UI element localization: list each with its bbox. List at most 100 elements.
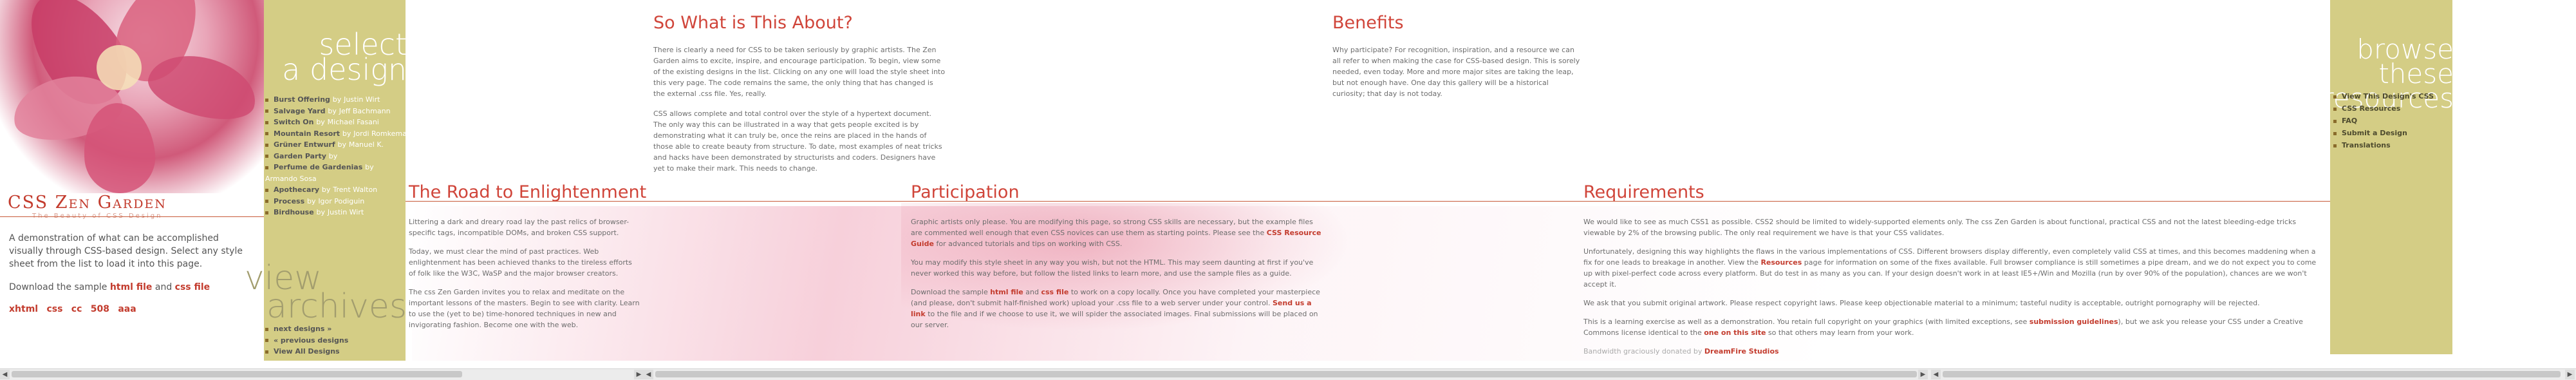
scroll-left-icon[interactable]: ◀: [1931, 370, 1941, 379]
bullet-icon: [265, 339, 268, 342]
section-paragraph: We would like to see as much CSS1 as pos…: [1583, 218, 2297, 237]
design-name[interactable]: Birdhouse: [274, 208, 314, 216]
css-file-link[interactable]: css file: [175, 282, 210, 292]
design-item[interactable]: Burst Offering by Justin Wirt: [265, 94, 407, 106]
design-author[interactable]: Jeff Bachmann: [339, 107, 391, 115]
scroll-right-icon[interactable]: ▶: [634, 370, 644, 379]
by-label: by: [337, 140, 346, 149]
section-participation: Participation Graphic artists only pleas…: [911, 182, 1323, 330]
section-paragraph: Unfortunately, designing this way highli…: [1583, 246, 2324, 290]
bullet-icon: [265, 350, 268, 354]
text: This is a learning exercise as well as a…: [1583, 318, 2028, 326]
design-author[interactable]: Manuel K.: [349, 140, 384, 149]
by-label: by: [332, 95, 342, 104]
submission-guidelines-link[interactable]: submission guidelines: [2030, 318, 2118, 326]
text: to the file and if we choose to use it, …: [911, 310, 1318, 329]
link-label[interactable]: « previous designs: [274, 336, 348, 345]
link-label[interactable]: Translations: [2342, 141, 2391, 149]
footer-link-css[interactable]: css: [46, 304, 62, 314]
submit-design-link[interactable]: Submit a Design: [2333, 127, 2452, 139]
footer-link-xhtml[interactable]: xhtml: [9, 304, 38, 314]
scroll-right-icon[interactable]: ▶: [1918, 370, 1928, 379]
text: Download the sample: [911, 288, 988, 296]
design-name[interactable]: Process: [274, 197, 304, 205]
design-author[interactable]: Trent Walton: [333, 185, 377, 194]
scroll-left-icon[interactable]: ◀: [644, 370, 653, 379]
previous-designs-link[interactable]: « previous designs: [265, 335, 407, 347]
resources-link[interactable]: Resources: [1760, 258, 1802, 267]
bullet-icon: [265, 143, 268, 147]
design-item[interactable]: Perfume de Gardenias by Armando Sosa: [265, 162, 407, 184]
text: and: [1025, 288, 1039, 296]
design-item[interactable]: Garden Party by: [265, 151, 407, 162]
section-paragraph: The css Zen Garden invites you to relax …: [409, 288, 640, 329]
archives-heading: view archives: [245, 261, 407, 323]
link-label[interactable]: View This Design's CSS: [2342, 92, 2434, 100]
dreamfire-link[interactable]: DreamFire Studios: [1704, 347, 1779, 356]
design-item[interactable]: Process by Igor Podiguin: [265, 196, 407, 207]
design-item[interactable]: Salvage Yard by Jeff Bachmann: [265, 106, 407, 117]
design-author[interactable]: Justin Wirt: [344, 95, 380, 104]
design-item[interactable]: Grüner Entwurf by Manuel K.: [265, 139, 407, 151]
design-name[interactable]: Switch On: [274, 118, 313, 126]
scroll-thumb[interactable]: [1943, 371, 2561, 377]
section-paragraph: Today, we must clear the mind of past pr…: [409, 247, 632, 278]
section-enlightenment: The Road to Enlightenment Littering a da…: [409, 182, 646, 330]
scroll-left-icon[interactable]: ◀: [0, 370, 10, 379]
license-link[interactable]: one on this site: [1704, 328, 1766, 337]
design-author[interactable]: Armando Sosa: [265, 175, 317, 183]
footer-link-cc[interactable]: cc: [71, 304, 82, 314]
section-about: So What is This About? There is clearly …: [653, 13, 946, 174]
horizontal-scrollbar[interactable]: ◀ ▶ ◀ ▶ ◀ ▶: [0, 368, 2576, 380]
text: for advanced tutorials and tips on worki…: [936, 240, 1123, 248]
design-name[interactable]: Salvage Yard: [274, 107, 326, 115]
scroll-right-icon[interactable]: ▶: [2565, 370, 2575, 379]
bullet-icon: [265, 132, 268, 135]
link-label[interactable]: CSS Resources: [2342, 104, 2400, 113]
design-name[interactable]: Apothecary: [274, 185, 319, 194]
css-file-link[interactable]: css file: [1041, 288, 1069, 296]
link-label[interactable]: Submit a Design: [2342, 129, 2407, 137]
heading-line: a design: [282, 52, 407, 88]
design-author[interactable]: Jordi Romkema: [353, 129, 407, 138]
by-label: by: [365, 163, 374, 171]
bullet-icon: [265, 109, 268, 113]
link-label[interactable]: View All Designs: [274, 347, 340, 356]
link-label[interactable]: next designs »: [274, 325, 331, 333]
link-label[interactable]: FAQ: [2342, 117, 2357, 125]
intro-download: Download the sample html file and css fi…: [9, 281, 247, 294]
section-benefits: Benefits Why participate? For recognitio…: [1332, 13, 1580, 99]
css-resources-link[interactable]: CSS Resources: [2333, 102, 2452, 115]
next-designs-link[interactable]: next designs »: [265, 323, 407, 335]
by-label: by: [306, 196, 316, 205]
design-author[interactable]: Michael Fasani: [328, 118, 379, 126]
by-label: by: [328, 106, 337, 115]
scroll-thumb[interactable]: [12, 371, 462, 377]
scroll-thumb[interactable]: [655, 371, 1917, 377]
design-author[interactable]: Igor Podiguin: [318, 197, 364, 205]
design-item[interactable]: Apothecary by Trent Walton: [265, 184, 407, 196]
view-css-link[interactable]: View This Design's CSS: [2333, 90, 2452, 102]
bullet-icon: [265, 200, 268, 203]
html-file-link[interactable]: html file: [990, 288, 1023, 296]
faq-link[interactable]: FAQ: [2333, 115, 2452, 127]
design-name[interactable]: Burst Offering: [274, 95, 330, 104]
footer-link-508[interactable]: 508: [91, 304, 109, 314]
view-all-designs-link[interactable]: View All Designs: [265, 346, 407, 357]
footer-link-aaa[interactable]: aaa: [118, 304, 136, 314]
design-name[interactable]: Grüner Entwurf: [274, 140, 335, 149]
design-name[interactable]: Mountain Resort: [274, 129, 340, 138]
design-item[interactable]: Mountain Resort by Jordi Romkema: [265, 128, 407, 140]
html-file-link[interactable]: html file: [110, 282, 153, 292]
design-list: Burst Offering by Justin Wirt Salvage Ya…: [265, 94, 407, 218]
design-author[interactable]: Justin Wirt: [328, 208, 364, 216]
design-item[interactable]: Birdhouse by Justin Wirt: [265, 207, 407, 218]
text: Bandwidth graciously donated by: [1583, 347, 1703, 356]
bullet-icon: [265, 327, 268, 331]
design-name[interactable]: Garden Party: [274, 152, 326, 160]
select-design-heading: select a design: [265, 30, 407, 88]
design-item[interactable]: Switch On by Michael Fasani: [265, 117, 407, 128]
bullet-icon: [265, 188, 268, 192]
design-name[interactable]: Perfume de Gardenias: [274, 163, 362, 171]
translations-link[interactable]: Translations: [2333, 139, 2452, 151]
